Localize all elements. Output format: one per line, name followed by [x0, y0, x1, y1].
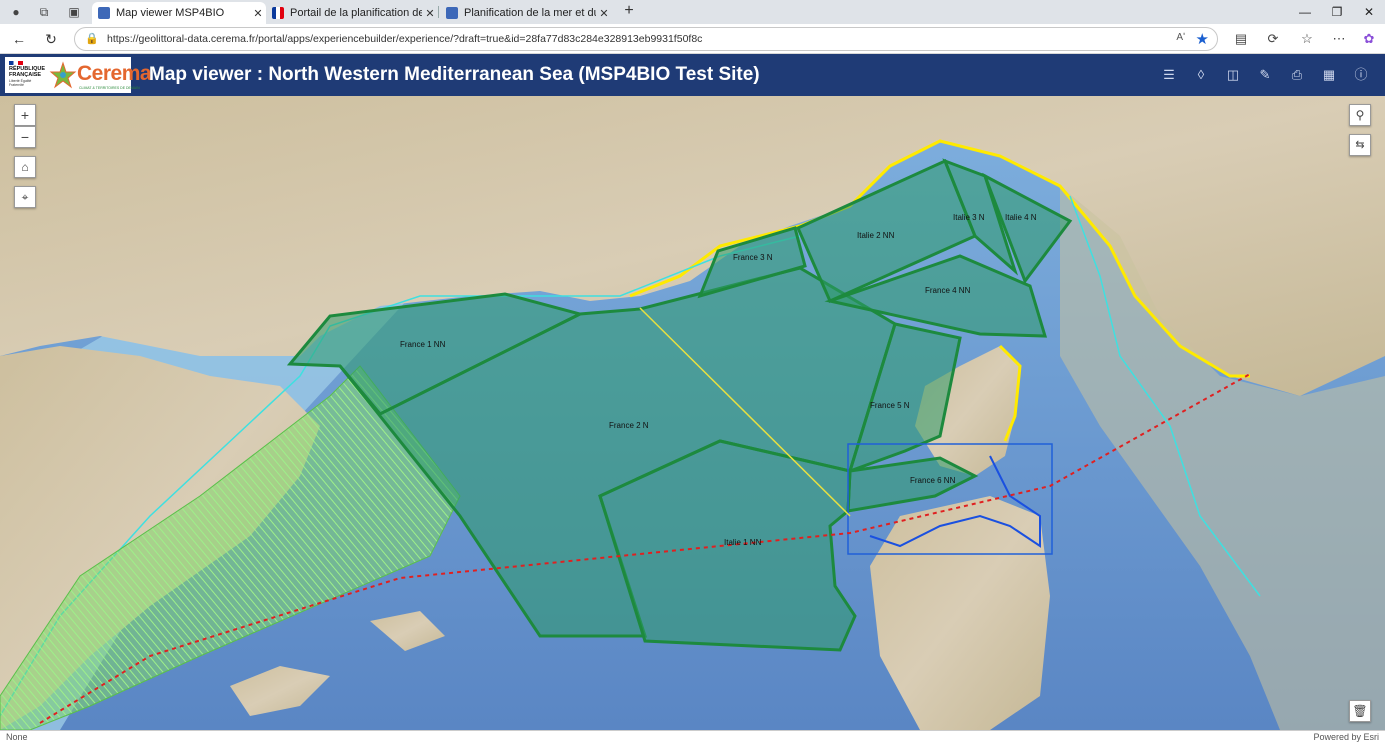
locate-icon: ⌖ [21, 190, 29, 204]
tab-title: Portail de la planification de la mer [290, 7, 422, 19]
map-view[interactable]: France 1 NN France 2 N France 3 N Italie… [0, 96, 1385, 730]
home-icon: ⌂ [21, 160, 29, 174]
profile-icon[interactable]: ● [8, 4, 24, 20]
zone-label: France 2 N [609, 421, 649, 430]
close-tab-icon[interactable]: ✕ [422, 7, 438, 20]
database-icon[interactable]: ◫ [1224, 66, 1242, 84]
favorite-star-icon[interactable]: ★ [1196, 30, 1209, 48]
zone-label: Italie 3 N [953, 213, 985, 222]
close-tab-icon[interactable]: ✕ [250, 7, 266, 20]
lock-icon[interactable]: 🔒 [85, 33, 99, 45]
basemap-gallery-icon[interactable]: ▦ [1320, 66, 1338, 84]
extensions-icon[interactable]: ⟳ [1264, 30, 1282, 48]
zone-label: France 3 N [733, 253, 773, 262]
refresh-icon[interactable]: ↻ [42, 30, 60, 48]
read-aloud-icon[interactable]: Aʹ [1176, 32, 1185, 43]
locate-button[interactable]: ⌖ [14, 186, 36, 208]
url-text[interactable]: https://geolittoral-data.cerema.fr/porta… [107, 33, 702, 45]
zone-label: France 6 NN [910, 476, 956, 485]
browser-tab-strip: ● ⧉ ▣ Map viewer MSP4BIO ✕ Portail de la… [0, 0, 1385, 24]
map-canvas[interactable] [0, 96, 1385, 730]
restore-icon[interactable]: ❐ [1322, 3, 1352, 21]
close-tab-icon[interactable]: ✕ [596, 7, 612, 20]
zone-label: Italie 1 NN [724, 538, 762, 547]
print-icon[interactable]: ⎙ [1288, 66, 1306, 84]
measure-button[interactable]: ⇆ [1349, 134, 1371, 156]
home-button[interactable]: ⌂ [14, 156, 36, 178]
republique-francaise-logo: RÉPUBLIQUE FRANÇAISE Liberté Égalité Fra… [7, 59, 45, 91]
tab-favicon-icon [98, 7, 110, 19]
tab-title: Map viewer MSP4BIO [116, 7, 225, 19]
address-bar[interactable]: 🔒 https://geolittoral-data.cerema.fr/por… [74, 27, 1218, 51]
tab-title: Planification de la mer et du littoral [464, 7, 596, 19]
tab-favicon-icon [446, 7, 458, 19]
layers-icon[interactable]: ◊ [1192, 66, 1210, 84]
zone-label: France 4 NN [925, 286, 971, 295]
search-icon: ⚲ [1355, 108, 1365, 122]
search-button[interactable]: ⚲ [1349, 104, 1371, 126]
zone-label: Italie 4 N [1005, 213, 1037, 222]
cerema-star-icon [49, 61, 77, 89]
more-icon[interactable]: ⋯ [1330, 30, 1348, 48]
close-window-icon[interactable]: ✕ [1354, 3, 1384, 21]
tab-planification[interactable]: Planification de la mer et du littoral ✕ [440, 2, 612, 24]
minimize-icon[interactable]: — [1290, 3, 1320, 21]
collections-icon[interactable]: ⧉ [36, 4, 52, 20]
cerema-logo-text: Cerema [77, 62, 152, 85]
tab-separator [438, 6, 439, 18]
zoom-out-button[interactable]: − [14, 126, 36, 148]
map-status-bar: None Powered by Esri [0, 730, 1385, 744]
draw-icon[interactable]: ✎ [1256, 66, 1274, 84]
tab-map-viewer[interactable]: Map viewer MSP4BIO ✕ [92, 2, 266, 24]
zone-label: Italie 2 NN [857, 231, 895, 240]
app-header: RÉPUBLIQUE FRANÇAISE Liberté Égalité Fra… [0, 54, 1385, 96]
attribution-text[interactable]: Powered by Esri [1313, 732, 1379, 742]
zone-label: France 1 NN [400, 340, 446, 349]
coordinate-readout: None [6, 732, 28, 742]
reading-view-icon[interactable]: ▤ [1232, 30, 1250, 48]
tab-portail[interactable]: Portail de la planification de la mer ✕ [266, 2, 438, 24]
logo: RÉPUBLIQUE FRANÇAISE Liberté Égalité Fra… [5, 57, 152, 93]
browser-toolbar: ← ↻ 🔒 https://geolittoral-data.cerema.fr… [0, 24, 1385, 54]
zoom-in-button[interactable]: + [14, 104, 36, 126]
favorites-icon[interactable]: ☆ [1298, 30, 1316, 48]
new-tab-button[interactable]: + [620, 3, 638, 21]
tab-actions-icon[interactable]: ▣ [66, 4, 82, 20]
back-icon[interactable]: ← [10, 30, 28, 48]
tab-favicon-icon [272, 7, 284, 19]
legend-list-icon[interactable]: ☰ [1160, 66, 1178, 84]
trash-icon: 🗑 [1352, 704, 1368, 718]
zone-label: France 5 N [870, 401, 910, 410]
page-title: Map viewer : North Western Mediterranean… [149, 64, 760, 85]
delete-button[interactable]: 🗑 [1349, 700, 1371, 722]
measure-icon: ⇆ [1355, 139, 1365, 151]
info-icon[interactable]: ⓘ [1352, 66, 1370, 84]
copilot-icon[interactable]: ✿ [1360, 30, 1378, 48]
